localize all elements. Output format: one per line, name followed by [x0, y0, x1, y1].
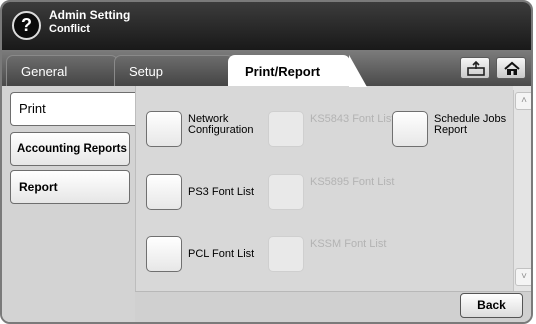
option-button	[268, 111, 304, 147]
left-menu: Print Accounting Reports Report	[2, 86, 140, 322]
option-button[interactable]	[392, 111, 428, 147]
scroll-up-icon[interactable]: ˄	[515, 92, 531, 110]
option-button	[268, 174, 304, 210]
option-button[interactable]	[146, 236, 182, 272]
menu-item-print[interactable]: Print	[10, 92, 140, 126]
option-button	[268, 236, 304, 272]
tab-setup[interactable]: Setup	[114, 55, 234, 86]
option-button[interactable]	[146, 174, 182, 210]
option-label: PS3 Font List	[188, 186, 255, 198]
option-label: KS5895 Font List	[310, 176, 395, 188]
scroll-down-icon[interactable]: ˅	[515, 268, 531, 286]
tab-print-report[interactable]: Print/Report	[228, 55, 367, 87]
page-subtitle: Conflict	[49, 23, 90, 35]
option-label: PCL Font List	[188, 248, 255, 260]
home-icon	[504, 61, 520, 75]
home-button[interactable]	[496, 57, 526, 79]
admin-setting-window: ? Admin Setting Conflict General Setup P…	[0, 0, 533, 324]
back-button[interactable]: Back	[460, 293, 523, 318]
option-label: Schedule Jobs Report	[434, 113, 507, 136]
option-button[interactable]	[146, 111, 182, 147]
help-icon[interactable]: ?	[12, 11, 41, 40]
options-panel: Network Configuration KS5843 Font List S…	[135, 86, 513, 291]
tray-button[interactable]	[460, 57, 490, 79]
tab-general[interactable]: General	[6, 55, 118, 86]
option-label: Network Configuration	[188, 113, 254, 136]
header-bar: ? Admin Setting Conflict	[2, 2, 531, 50]
menu-item-report[interactable]: Report	[10, 170, 130, 204]
tray-icon	[467, 61, 485, 76]
menu-item-accounting-reports[interactable]: Accounting Reports	[10, 132, 130, 166]
scrollbar[interactable]: ˄ ˅	[513, 90, 531, 293]
tab-bar: General Setup Print/Report	[2, 50, 531, 87]
page-title: Admin Setting	[49, 8, 131, 22]
option-label: KSSM Font List	[310, 238, 387, 250]
option-label: KS5843 Font List	[310, 113, 395, 125]
